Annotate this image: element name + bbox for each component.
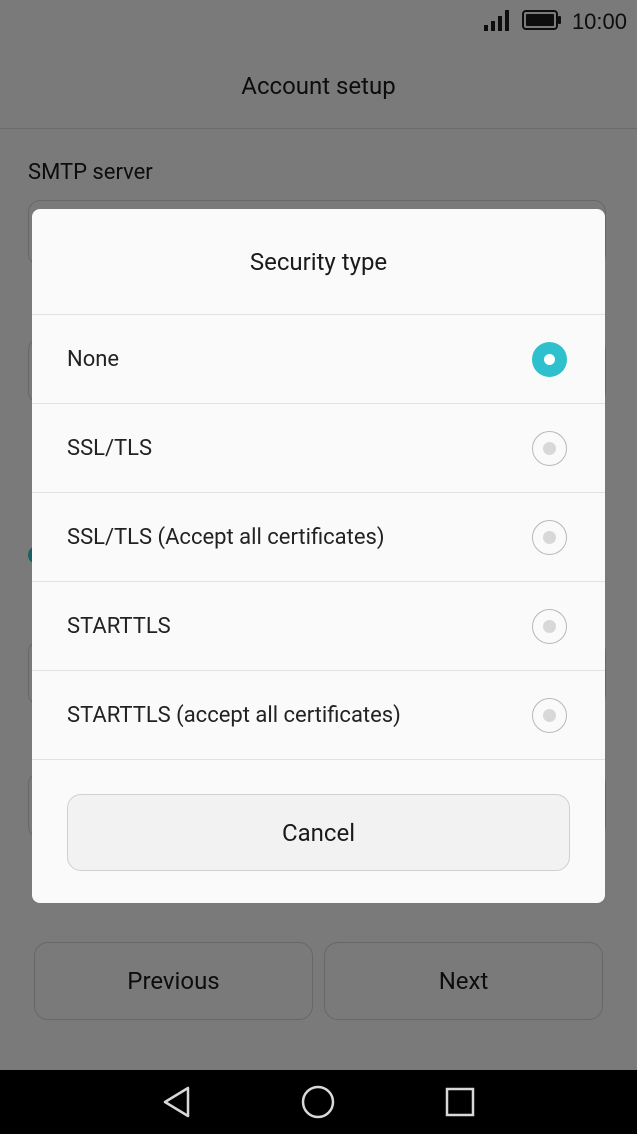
radio-unselected-icon[interactable] [532, 519, 567, 555]
security-type-dialog: Security type None SSL/TLS SSL/TLS (Acce… [32, 209, 605, 903]
account-setup-screen: 10:00 Account setup SMTP server Previous… [0, 0, 637, 1070]
option-label: STARTTLS [67, 613, 171, 639]
option-label: STARTTLS (accept all certificates) [67, 702, 401, 728]
radio-selected-icon[interactable] [532, 341, 567, 377]
cancel-button[interactable]: Cancel [67, 794, 570, 871]
option-starttls[interactable]: STARTTLS [32, 582, 605, 671]
navigation-bar [0, 1070, 637, 1134]
home-icon[interactable] [298, 1082, 338, 1122]
radio-unselected-icon[interactable] [532, 697, 567, 733]
radio-unselected-icon[interactable] [532, 430, 567, 466]
recents-icon[interactable] [440, 1082, 480, 1122]
back-icon[interactable] [157, 1082, 197, 1122]
dialog-title: Security type [32, 209, 605, 315]
security-type-options: None SSL/TLS SSL/TLS (Accept all certifi… [32, 315, 605, 760]
radio-unselected-icon[interactable] [532, 608, 567, 644]
option-none[interactable]: None [32, 315, 605, 404]
option-ssl-tls[interactable]: SSL/TLS [32, 404, 605, 493]
option-label: SSL/TLS [67, 435, 153, 461]
option-label: SSL/TLS (Accept all certificates) [67, 524, 385, 550]
option-starttls-accept-all[interactable]: STARTTLS (accept all certificates) [32, 671, 605, 760]
option-ssl-tls-accept-all[interactable]: SSL/TLS (Accept all certificates) [32, 493, 605, 582]
option-label: None [67, 346, 120, 372]
